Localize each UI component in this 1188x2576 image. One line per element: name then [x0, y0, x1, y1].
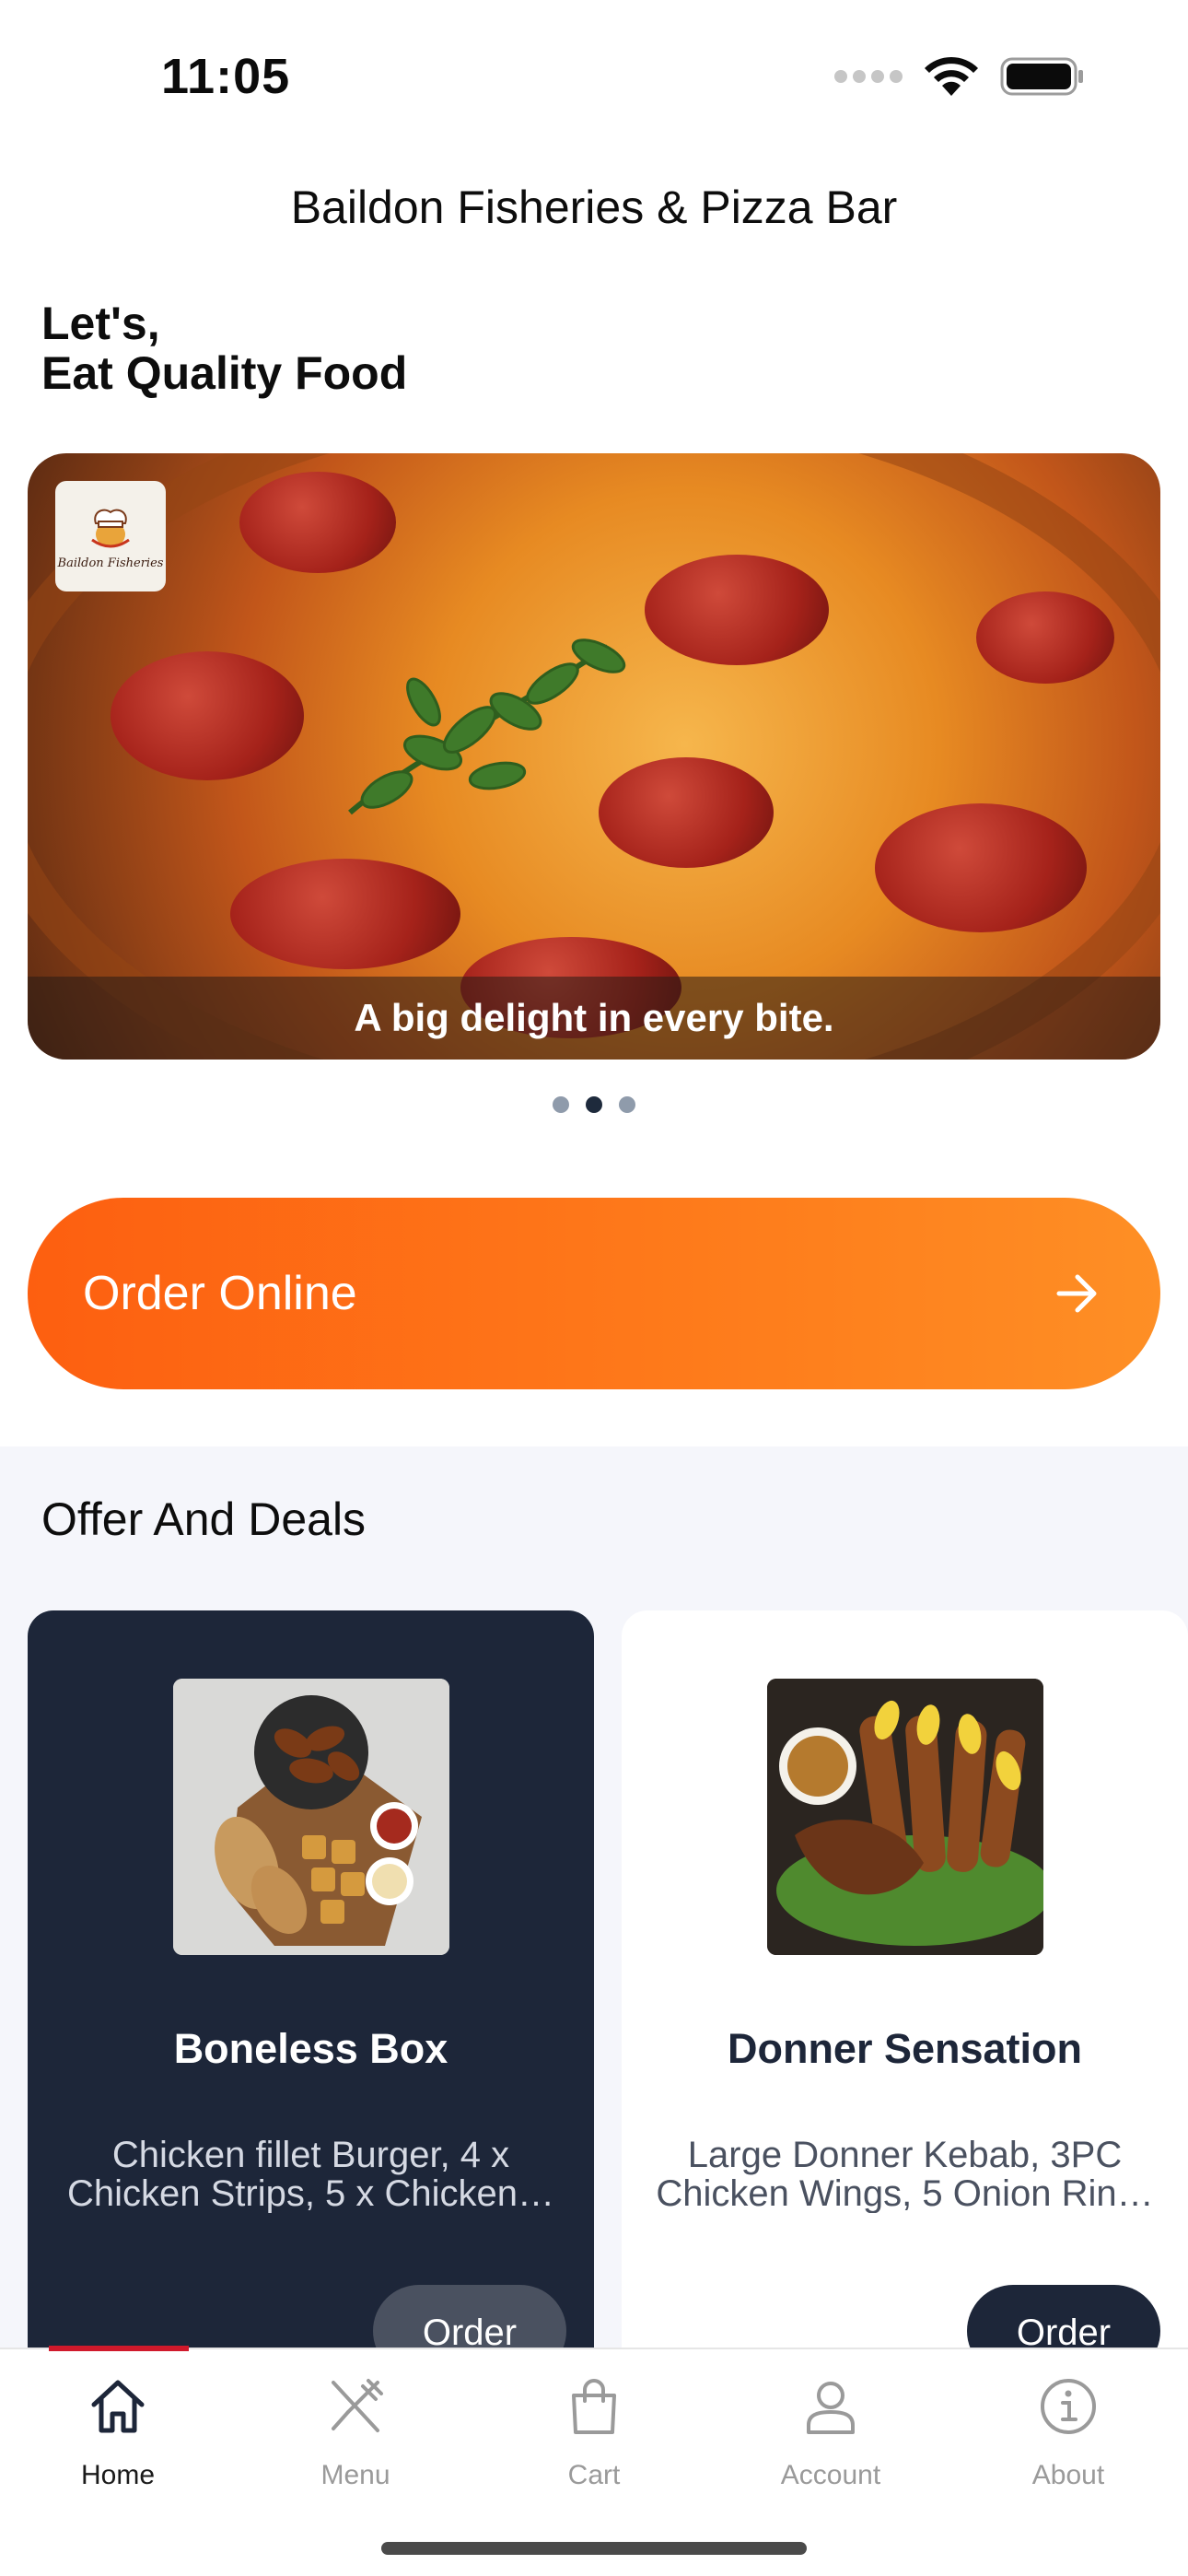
logo-text: Baildon Fisheries	[57, 556, 164, 570]
hero-caption-bar: A big delight in every bite.	[28, 977, 1160, 1060]
carousel-dot-active[interactable]	[586, 1096, 602, 1113]
hero-caption: A big delight in every bite.	[354, 996, 834, 1039]
tab-label: About	[1031, 2460, 1105, 2490]
pepperoni	[111, 651, 304, 780]
pepperoni	[239, 472, 396, 573]
order-online-label: Order Online	[83, 1267, 357, 1320]
info-icon	[1041, 2379, 1096, 2434]
herb-garnish	[348, 638, 626, 815]
fork-knife-icon	[332, 2379, 383, 2432]
status-icons	[834, 55, 1085, 98]
deal-card-donner-sensation[interactable]: Donner Sensation Large Donner Kebab, 3PC…	[622, 1610, 1188, 2440]
pepperoni	[875, 803, 1087, 932]
greeting-line-1: Let's,	[41, 298, 160, 349]
tab-home[interactable]: Home	[26, 2373, 210, 2512]
tab-label: Account	[780, 2460, 881, 2490]
arrow-right-icon	[1056, 1274, 1097, 1313]
deal-description: Chicken fillet Burger, 4 x Chicken Strip…	[66, 2136, 555, 2213]
tab-account[interactable]: Account	[739, 2373, 923, 2512]
user-icon	[807, 2382, 855, 2434]
tab-label: Menu	[320, 2460, 390, 2490]
deal-image	[173, 1679, 449, 1955]
offers-title: Offer And Deals	[41, 1493, 367, 1545]
home-indicator[interactable]	[381, 2542, 807, 2555]
carousel-dot[interactable]	[553, 1096, 569, 1113]
order-online-button[interactable]: Order Online	[28, 1198, 1160, 1389]
battery-icon	[1000, 57, 1083, 96]
signal-dots-icon	[834, 70, 903, 83]
deal-card-boneless-box[interactable]: Boneless Box Chicken fillet Burger, 4 x …	[28, 1610, 594, 2440]
chef-hat-icon	[91, 509, 130, 547]
home-icon	[91, 2380, 145, 2433]
hero-banner[interactable]: Baildon Fisheries A big delight in every…	[28, 453, 1160, 1060]
tab-cart[interactable]: Cart	[502, 2373, 686, 2512]
tab-label: Home	[80, 2460, 156, 2490]
restaurant-logo: Baildon Fisheries	[55, 481, 166, 591]
shopping-bag-icon	[572, 2379, 616, 2434]
tab-menu[interactable]: Menu	[263, 2373, 448, 2512]
pepperoni	[230, 859, 460, 969]
tab-label: Cart	[567, 2460, 621, 2490]
tab-about[interactable]: About	[976, 2373, 1160, 2512]
status-time: 11:05	[161, 49, 291, 104]
deal-name: Boneless Box	[173, 2025, 448, 2072]
status-bar: 11:05	[0, 0, 1188, 157]
offers-section: Offer And Deals Boneless Box Chicken fil…	[0, 1446, 1188, 2440]
greeting: Let's, Eat Quality Food	[41, 299, 407, 398]
carousel-dots[interactable]	[0, 1096, 1188, 1113]
deal-name: Donner Sensation	[727, 2025, 1083, 2072]
pepperoni	[976, 591, 1114, 684]
deal-description: Large Donner Kebab, 3PC Chicken Wings, 5…	[656, 2136, 1154, 2213]
carousel-dot[interactable]	[619, 1096, 635, 1113]
greeting-line-2: Eat Quality Food	[41, 347, 408, 399]
wifi-icon	[925, 56, 978, 96]
app-title: Baildon Fisheries & Pizza Bar	[290, 181, 898, 233]
deal-image	[767, 1679, 1043, 1955]
active-tab-indicator	[49, 2346, 189, 2351]
